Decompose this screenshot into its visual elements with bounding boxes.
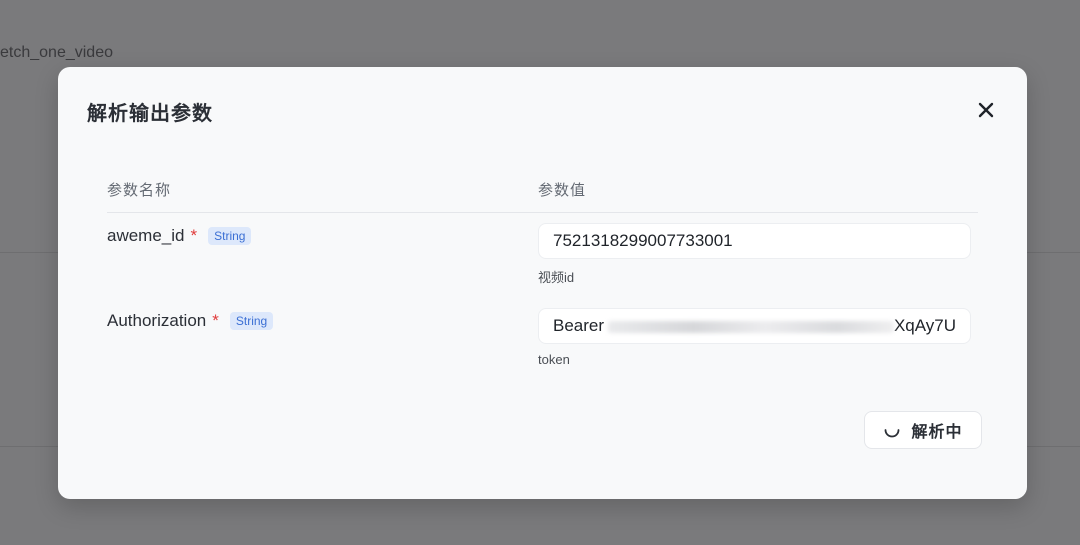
column-header-name: 参数名称: [107, 181, 172, 199]
authorization-input[interactable]: Bearer XqAy7U: [538, 308, 971, 344]
required-mark: *: [190, 226, 198, 245]
param-hint: 视频id: [538, 270, 575, 285]
param-hint: token: [538, 352, 570, 367]
aweme-id-input[interactable]: 7521318299007733001: [538, 223, 971, 259]
param-name-label: Authorization: [107, 311, 207, 330]
input-value-prefix: Bearer: [553, 316, 605, 335]
required-mark: *: [212, 311, 219, 330]
redacted-token: [604, 315, 894, 337]
loading-spinner-icon: [883, 421, 901, 439]
type-tag: String: [208, 227, 252, 245]
parse-output-params-modal: 解析输出参数 参数名称 参数值 aweme_id * String 752131…: [58, 67, 1027, 499]
close-icon: [978, 102, 994, 118]
param-name-label: aweme_id: [107, 226, 185, 245]
column-header-value: 参数值: [538, 181, 587, 199]
input-value-suffix: XqAy7U: [893, 316, 956, 335]
params-table-header: 参数名称 参数值: [107, 175, 978, 213]
background-label: etch_one_video: [0, 44, 113, 61]
modal-title: 解析输出参数: [87, 101, 213, 125]
close-button[interactable]: [975, 99, 997, 121]
type-tag: String: [229, 312, 274, 330]
input-value: 7521318299007733001: [553, 231, 733, 250]
redaction-blur: [608, 321, 894, 333]
parse-button-label: 解析中: [911, 422, 963, 441]
parse-button[interactable]: 解析中: [864, 411, 982, 449]
